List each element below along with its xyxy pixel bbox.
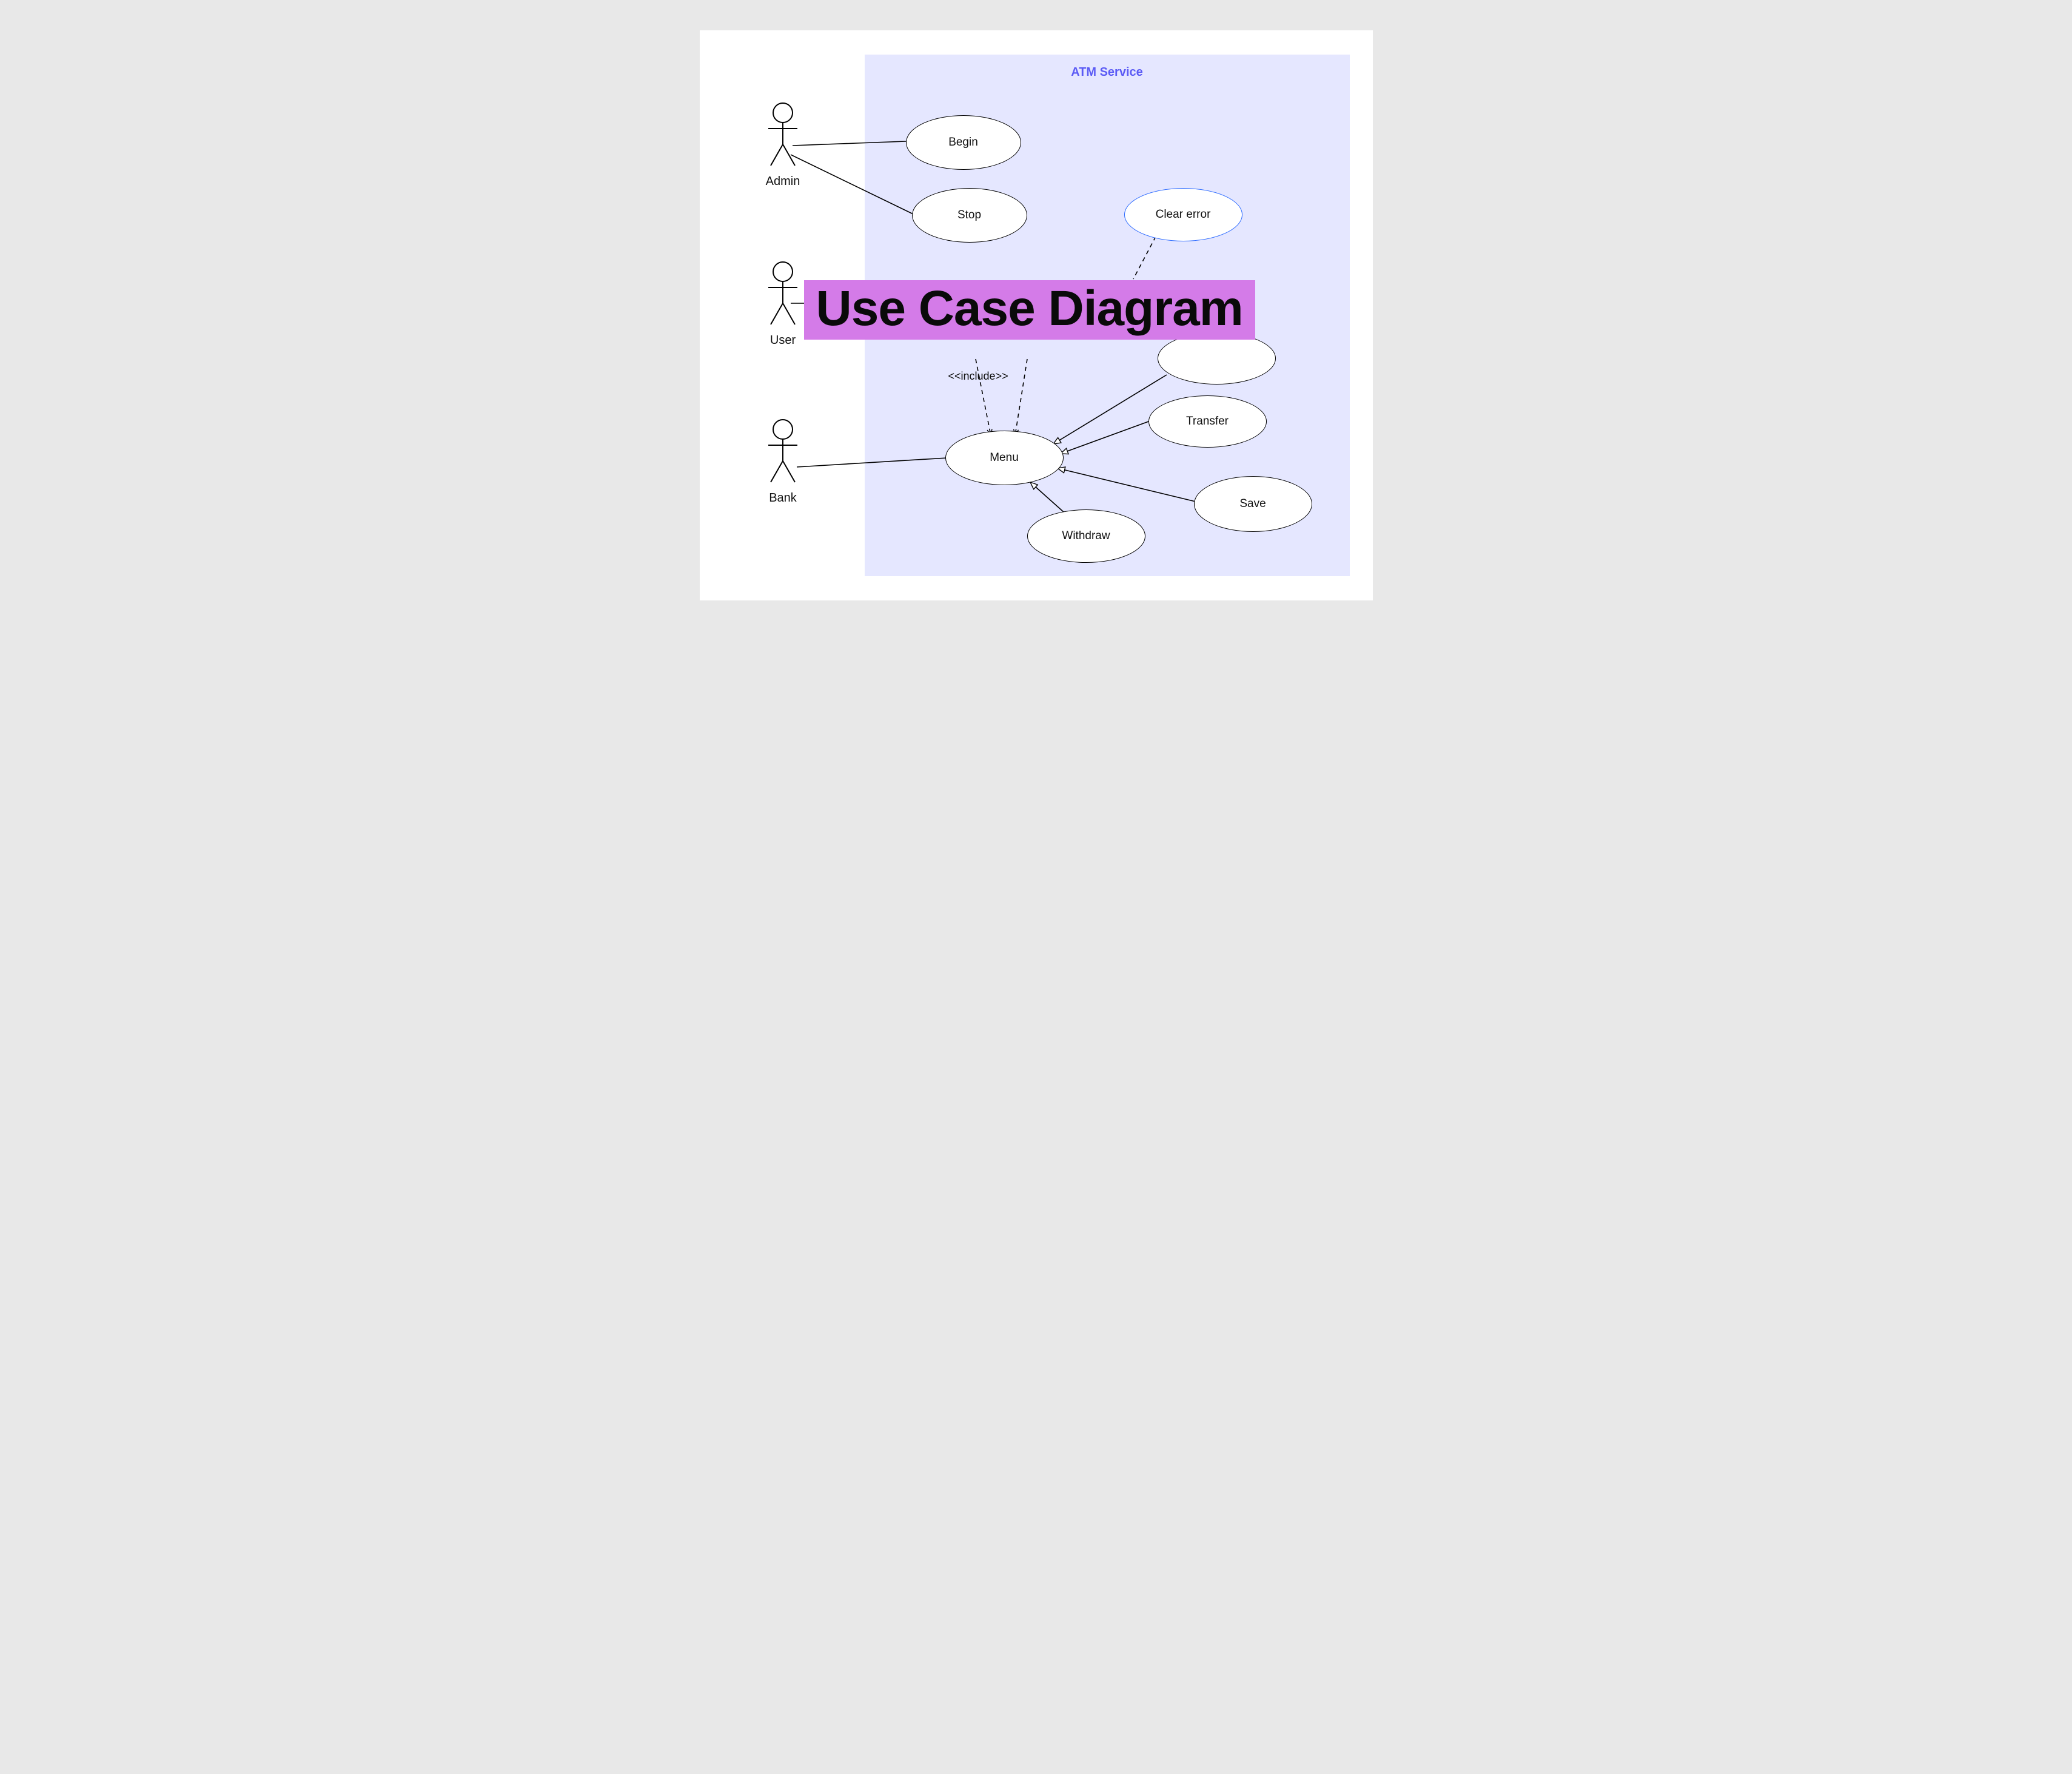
usecase-begin[interactable]: Begin [906, 115, 1021, 170]
usecase-stop[interactable]: Stop [912, 188, 1027, 243]
actor-user-label: User [754, 334, 812, 348]
stick-figure-icon [765, 261, 801, 328]
usecase-transfer[interactable]: Transfer [1148, 395, 1267, 448]
usecase-begin-label: Begin [948, 136, 978, 149]
edge-include-label: <<include>> [948, 370, 1008, 383]
title-banner-text: Use Case Diagram [816, 281, 1243, 336]
usecase-withdraw[interactable]: Withdraw [1027, 509, 1145, 563]
stick-figure-icon [765, 418, 801, 485]
actor-admin-label: Admin [754, 175, 812, 189]
usecase-save[interactable]: Save [1194, 476, 1312, 532]
actor-admin[interactable]: Admin [754, 102, 812, 189]
usecase-menu[interactable]: Menu [945, 431, 1064, 485]
actor-bank[interactable]: Bank [754, 418, 812, 505]
usecase-clear-error-label: Clear error [1156, 208, 1211, 221]
usecase-withdraw-label: Withdraw [1062, 529, 1110, 543]
system-title: ATM Service [865, 66, 1350, 79]
title-banner: Use Case Diagram [804, 280, 1255, 340]
actor-bank-label: Bank [754, 491, 812, 505]
usecase-save-label: Save [1239, 497, 1266, 511]
diagram-sheet: ATM Service [700, 30, 1373, 600]
page: ATM Service [682, 12, 1391, 619]
usecase-clear-error[interactable]: Clear error [1124, 188, 1242, 241]
stick-figure-icon [765, 102, 801, 169]
usecase-hidden-behind-banner[interactable] [1158, 332, 1276, 385]
usecase-menu-label: Menu [990, 451, 1019, 465]
usecase-stop-label: Stop [957, 209, 981, 222]
usecase-transfer-label: Transfer [1186, 415, 1229, 428]
actor-user[interactable]: User [754, 261, 812, 348]
